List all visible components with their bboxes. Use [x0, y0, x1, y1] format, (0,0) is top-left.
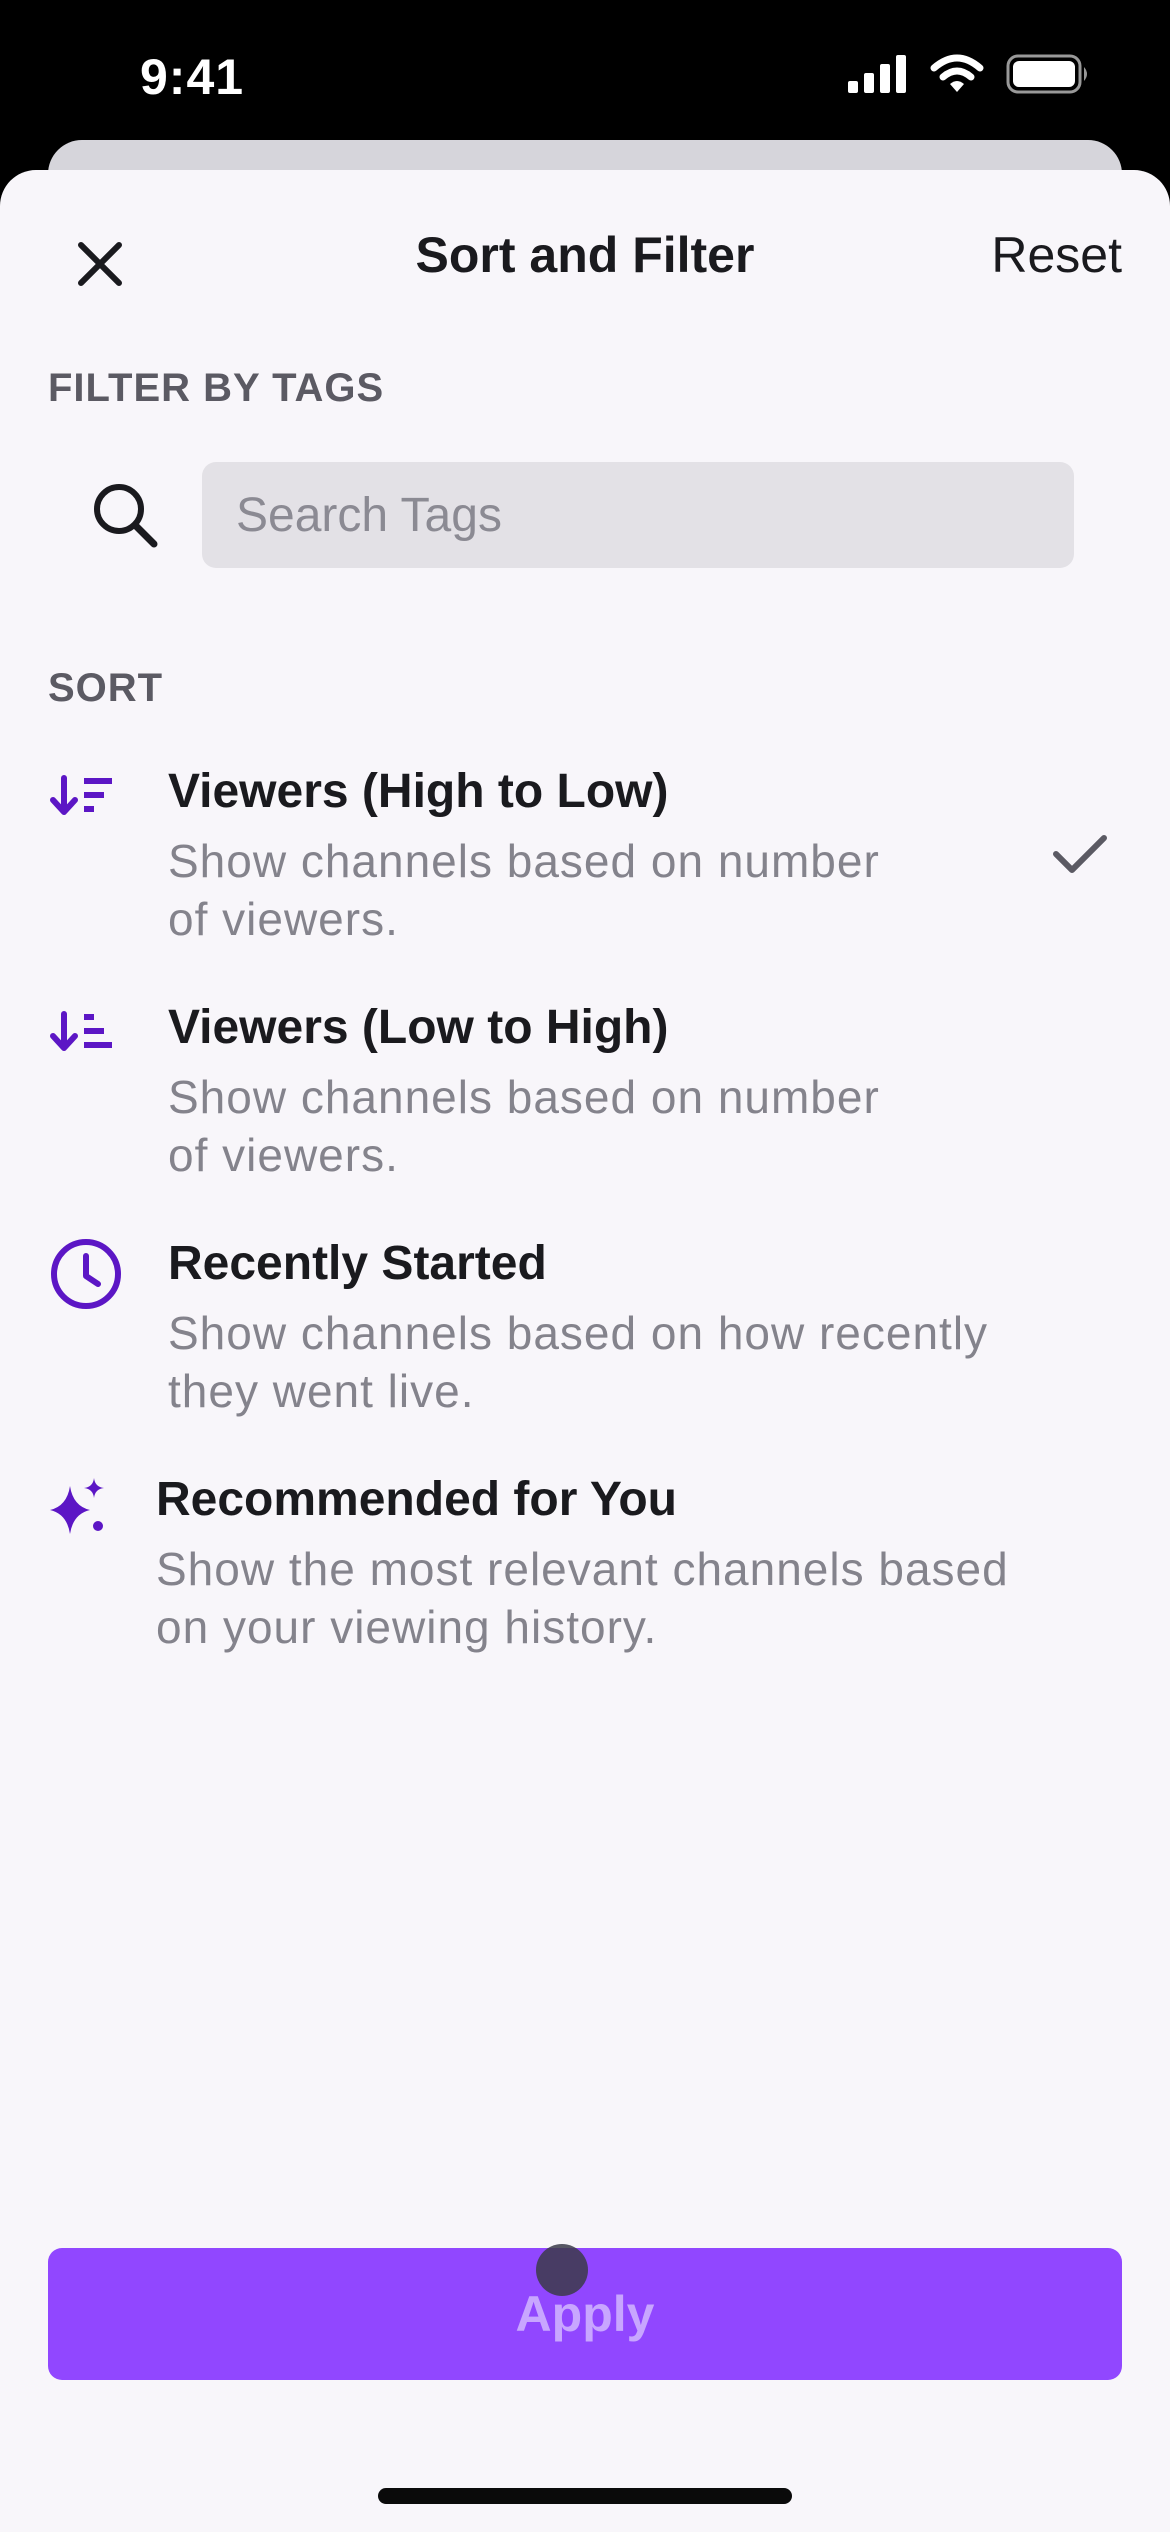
- sort-option-title: Recently Started: [168, 1237, 547, 1290]
- description-line: Show the most relevant channels based: [156, 1543, 1009, 1595]
- sort-option-description: Show channels based on number of viewers…: [168, 1068, 880, 1184]
- sort-option-viewers-low-to-high[interactable]: Viewers (Low to High) Show channels base…: [0, 1000, 1170, 1210]
- apply-label: Apply: [515, 2286, 655, 2342]
- battery-icon: [1006, 54, 1087, 94]
- description-line: Show channels based on number: [168, 835, 880, 887]
- status-icons: [848, 54, 1090, 94]
- clock-icon: [51, 1239, 121, 1309]
- sort-filter-sheet: Sort and Filter Reset FILTER BY TAGS SOR…: [0, 170, 1170, 2532]
- description-line: on your viewing history.: [156, 1601, 658, 1653]
- description-line: of viewers.: [168, 1129, 399, 1181]
- sparkle-icon: [50, 1478, 104, 1534]
- sort-ascending-icon: [50, 1011, 112, 1051]
- sort-option-title: Viewers (High to Low): [168, 765, 669, 818]
- sort-option-viewers-high-to-low[interactable]: Viewers (High to Low) Show channels base…: [0, 764, 1170, 974]
- description-line: Show channels based on number: [168, 1071, 880, 1123]
- sort-option-description: Show the most relevant channels based on…: [156, 1540, 1009, 1656]
- reset-button[interactable]: Reset: [991, 226, 1122, 284]
- sort-option-description: Show channels based on how recently they…: [168, 1304, 988, 1420]
- sort-option-title: Viewers (Low to High): [168, 1001, 669, 1054]
- filter-section-label: FILTER BY TAGS: [48, 366, 385, 410]
- description-line: they went live.: [168, 1365, 475, 1417]
- status-time: 9:41: [140, 49, 245, 105]
- search-tags-input[interactable]: [202, 462, 1074, 568]
- cellular-signal-icon: [848, 55, 906, 93]
- sort-option-title: Recommended for You: [156, 1473, 677, 1526]
- status-bar: 9:41: [0, 0, 1170, 150]
- wifi-icon: [930, 54, 984, 92]
- sort-option-recently-started[interactable]: Recently Started Show channels based on …: [0, 1236, 1170, 1446]
- sort-option-description: Show channels based on number of viewers…: [168, 832, 880, 948]
- sort-section-label: SORT: [48, 666, 164, 710]
- description-line: Show channels based on how recently: [168, 1307, 989, 1359]
- touch-indicator: [536, 2244, 588, 2296]
- checkmark-icon: [1053, 835, 1107, 873]
- home-indicator: [378, 2488, 792, 2504]
- search-icon: [94, 484, 158, 548]
- sort-descending-icon: [50, 775, 112, 815]
- description-line: of viewers.: [168, 893, 399, 945]
- sort-option-recommended[interactable]: Recommended for You Show the most releva…: [0, 1472, 1170, 1682]
